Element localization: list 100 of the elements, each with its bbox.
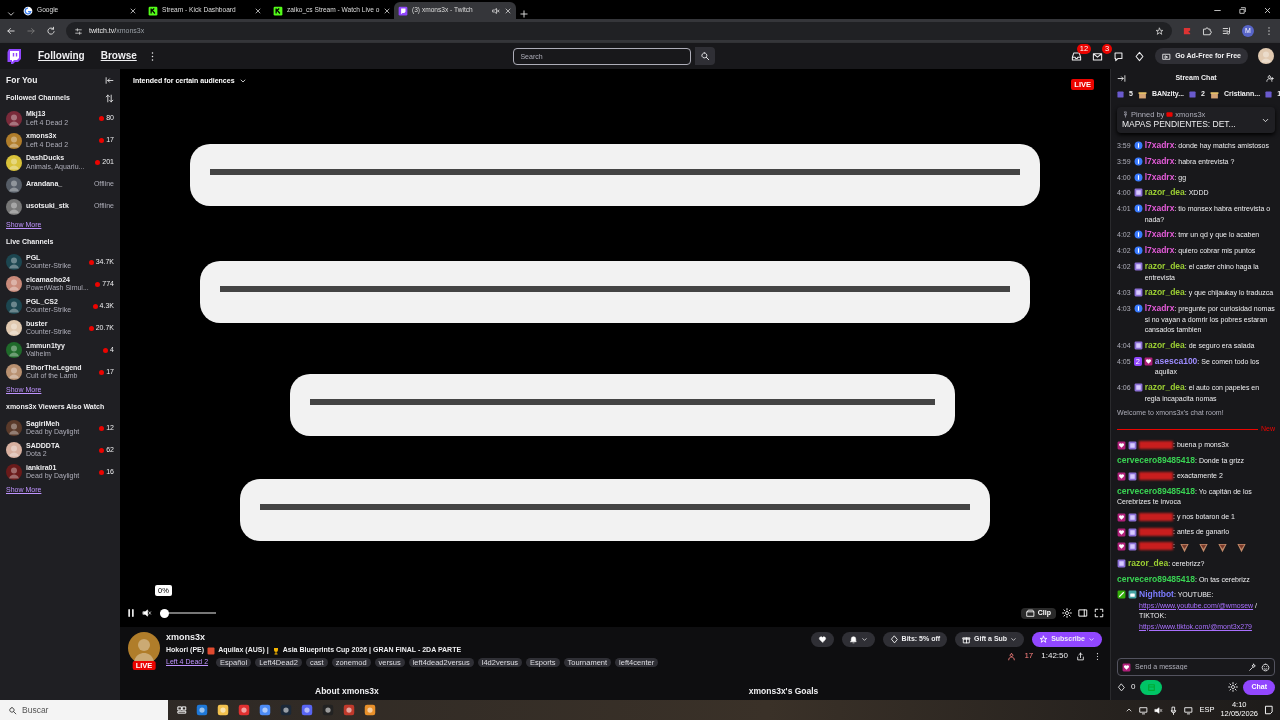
sort-icon[interactable] bbox=[105, 93, 114, 103]
speaker-icon[interactable] bbox=[492, 6, 500, 15]
close-icon[interactable] bbox=[1263, 6, 1272, 15]
heart-badge-icon bbox=[1117, 512, 1126, 522]
volume-icon[interactable] bbox=[142, 608, 152, 618]
site-settings-icon[interactable] bbox=[74, 26, 83, 36]
app-icon[interactable] bbox=[238, 704, 250, 716]
chat-settings-icon[interactable] bbox=[1228, 682, 1239, 692]
gift-icon bbox=[1209, 89, 1219, 99]
gift-icon bbox=[1137, 89, 1147, 99]
restore-icon[interactable] bbox=[1238, 6, 1247, 15]
party-icon[interactable] bbox=[1248, 662, 1257, 672]
search-icon bbox=[700, 51, 711, 61]
sub-badge-icon bbox=[1133, 188, 1143, 198]
sub-badge-icon bbox=[1189, 90, 1197, 98]
caret-icon bbox=[1088, 636, 1095, 643]
expand-icon[interactable] bbox=[1117, 73, 1126, 83]
search-box[interactable]: Buscar bbox=[0, 700, 168, 720]
app-icon[interactable] bbox=[259, 704, 271, 716]
settings-icon[interactable] bbox=[1062, 608, 1072, 618]
share-icon[interactable] bbox=[1076, 651, 1085, 661]
channel-name[interactable]: xmons3x bbox=[166, 632, 805, 644]
search-button[interactable] bbox=[695, 47, 716, 65]
notifications-icon[interactable] bbox=[1264, 705, 1274, 715]
logo-icon[interactable] bbox=[6, 48, 22, 64]
microphone-icon[interactable] bbox=[1169, 705, 1179, 715]
users-icon[interactable] bbox=[1266, 73, 1275, 83]
close-icon[interactable] bbox=[504, 6, 512, 15]
extensions-icon[interactable] bbox=[1202, 26, 1212, 36]
nav-link[interactable]: Browse bbox=[100, 49, 137, 63]
app-icon[interactable] bbox=[343, 704, 355, 716]
google-favicon bbox=[23, 5, 33, 16]
app-icon[interactable] bbox=[196, 704, 208, 716]
sub-badge-icon bbox=[1117, 558, 1126, 568]
sub-badge-icon bbox=[1133, 383, 1143, 393]
heart-badge-icon bbox=[1117, 542, 1126, 552]
avatar bbox=[128, 632, 160, 664]
rewards-button[interactable] bbox=[1140, 679, 1163, 695]
robot-badge-icon bbox=[1128, 590, 1137, 600]
caret-icon bbox=[1010, 636, 1018, 643]
monitor-icon[interactable] bbox=[1139, 705, 1149, 715]
emote-picker-icon[interactable] bbox=[1261, 662, 1270, 672]
nav-link[interactable]: Following bbox=[38, 49, 85, 63]
channel-points-icon[interactable] bbox=[1117, 682, 1126, 692]
avatar bbox=[6, 342, 22, 359]
app-icon[interactable] bbox=[322, 704, 334, 716]
new-tab-icon[interactable] bbox=[519, 9, 529, 19]
heart-badge-icon[interactable] bbox=[1122, 662, 1131, 672]
avatar bbox=[6, 442, 22, 459]
slider-thumb[interactable] bbox=[160, 608, 169, 618]
bits-icon[interactable] bbox=[1134, 50, 1146, 62]
kick-favicon bbox=[148, 5, 158, 16]
sword-badge-icon bbox=[1117, 590, 1126, 600]
heart-badge-icon bbox=[1143, 356, 1153, 366]
badge-icon bbox=[1133, 141, 1143, 150]
trophy-icon bbox=[271, 646, 280, 655]
viewers-icon bbox=[1007, 651, 1017, 661]
whispers-icon[interactable] bbox=[1113, 50, 1125, 62]
avatar bbox=[6, 198, 22, 215]
avatar[interactable] bbox=[1258, 48, 1274, 64]
inbox-icon[interactable] bbox=[1071, 50, 1083, 62]
close-icon[interactable] bbox=[254, 6, 262, 15]
heart-icon bbox=[817, 635, 827, 644]
sub-badge-icon bbox=[1265, 90, 1273, 98]
close-icon[interactable] bbox=[129, 6, 137, 15]
sidebar-title: For You bbox=[6, 75, 38, 86]
extension-icon[interactable] bbox=[1182, 26, 1192, 36]
badge-icon bbox=[1133, 156, 1143, 166]
close-icon[interactable] bbox=[383, 6, 392, 15]
app-icon[interactable] bbox=[364, 704, 376, 716]
badge-icon bbox=[1133, 204, 1143, 214]
theatre-mode-icon[interactable] bbox=[1078, 608, 1088, 618]
bell-icon bbox=[848, 635, 858, 644]
emote-icon bbox=[1235, 542, 1247, 554]
notifications-button[interactable] bbox=[841, 632, 875, 647]
tray-expand-icon[interactable] bbox=[1125, 706, 1134, 714]
section-heading: xmons3x's Goals bbox=[748, 686, 819, 697]
media-icon[interactable] bbox=[1222, 26, 1232, 36]
emote-icon bbox=[1216, 542, 1228, 554]
volume-icon[interactable] bbox=[1154, 705, 1164, 715]
collapse-icon[interactable] bbox=[105, 75, 114, 85]
bits-icon bbox=[889, 635, 899, 644]
follow-button[interactable] bbox=[810, 632, 834, 647]
task-view-icon[interactable] bbox=[177, 705, 187, 715]
reload-icon[interactable] bbox=[46, 26, 56, 36]
bookmark-star-icon[interactable] bbox=[1155, 26, 1164, 36]
app-icon[interactable] bbox=[301, 704, 313, 716]
emote-icon bbox=[1178, 542, 1190, 554]
badge-icon bbox=[1133, 246, 1143, 256]
app-icon[interactable] bbox=[217, 704, 229, 716]
app-icon[interactable] bbox=[280, 704, 292, 716]
badge-icon bbox=[1133, 304, 1143, 314]
tab-search-icon[interactable] bbox=[6, 9, 16, 19]
taskbar-search[interactable]: Buscar bbox=[22, 704, 160, 716]
mail-icon[interactable] bbox=[1092, 50, 1104, 62]
avatar bbox=[6, 154, 22, 171]
fullscreen-icon[interactable] bbox=[1094, 608, 1104, 618]
back-icon[interactable] bbox=[6, 26, 16, 36]
section-heading: About xmons3x bbox=[315, 686, 379, 697]
pause-icon[interactable] bbox=[126, 608, 136, 618]
